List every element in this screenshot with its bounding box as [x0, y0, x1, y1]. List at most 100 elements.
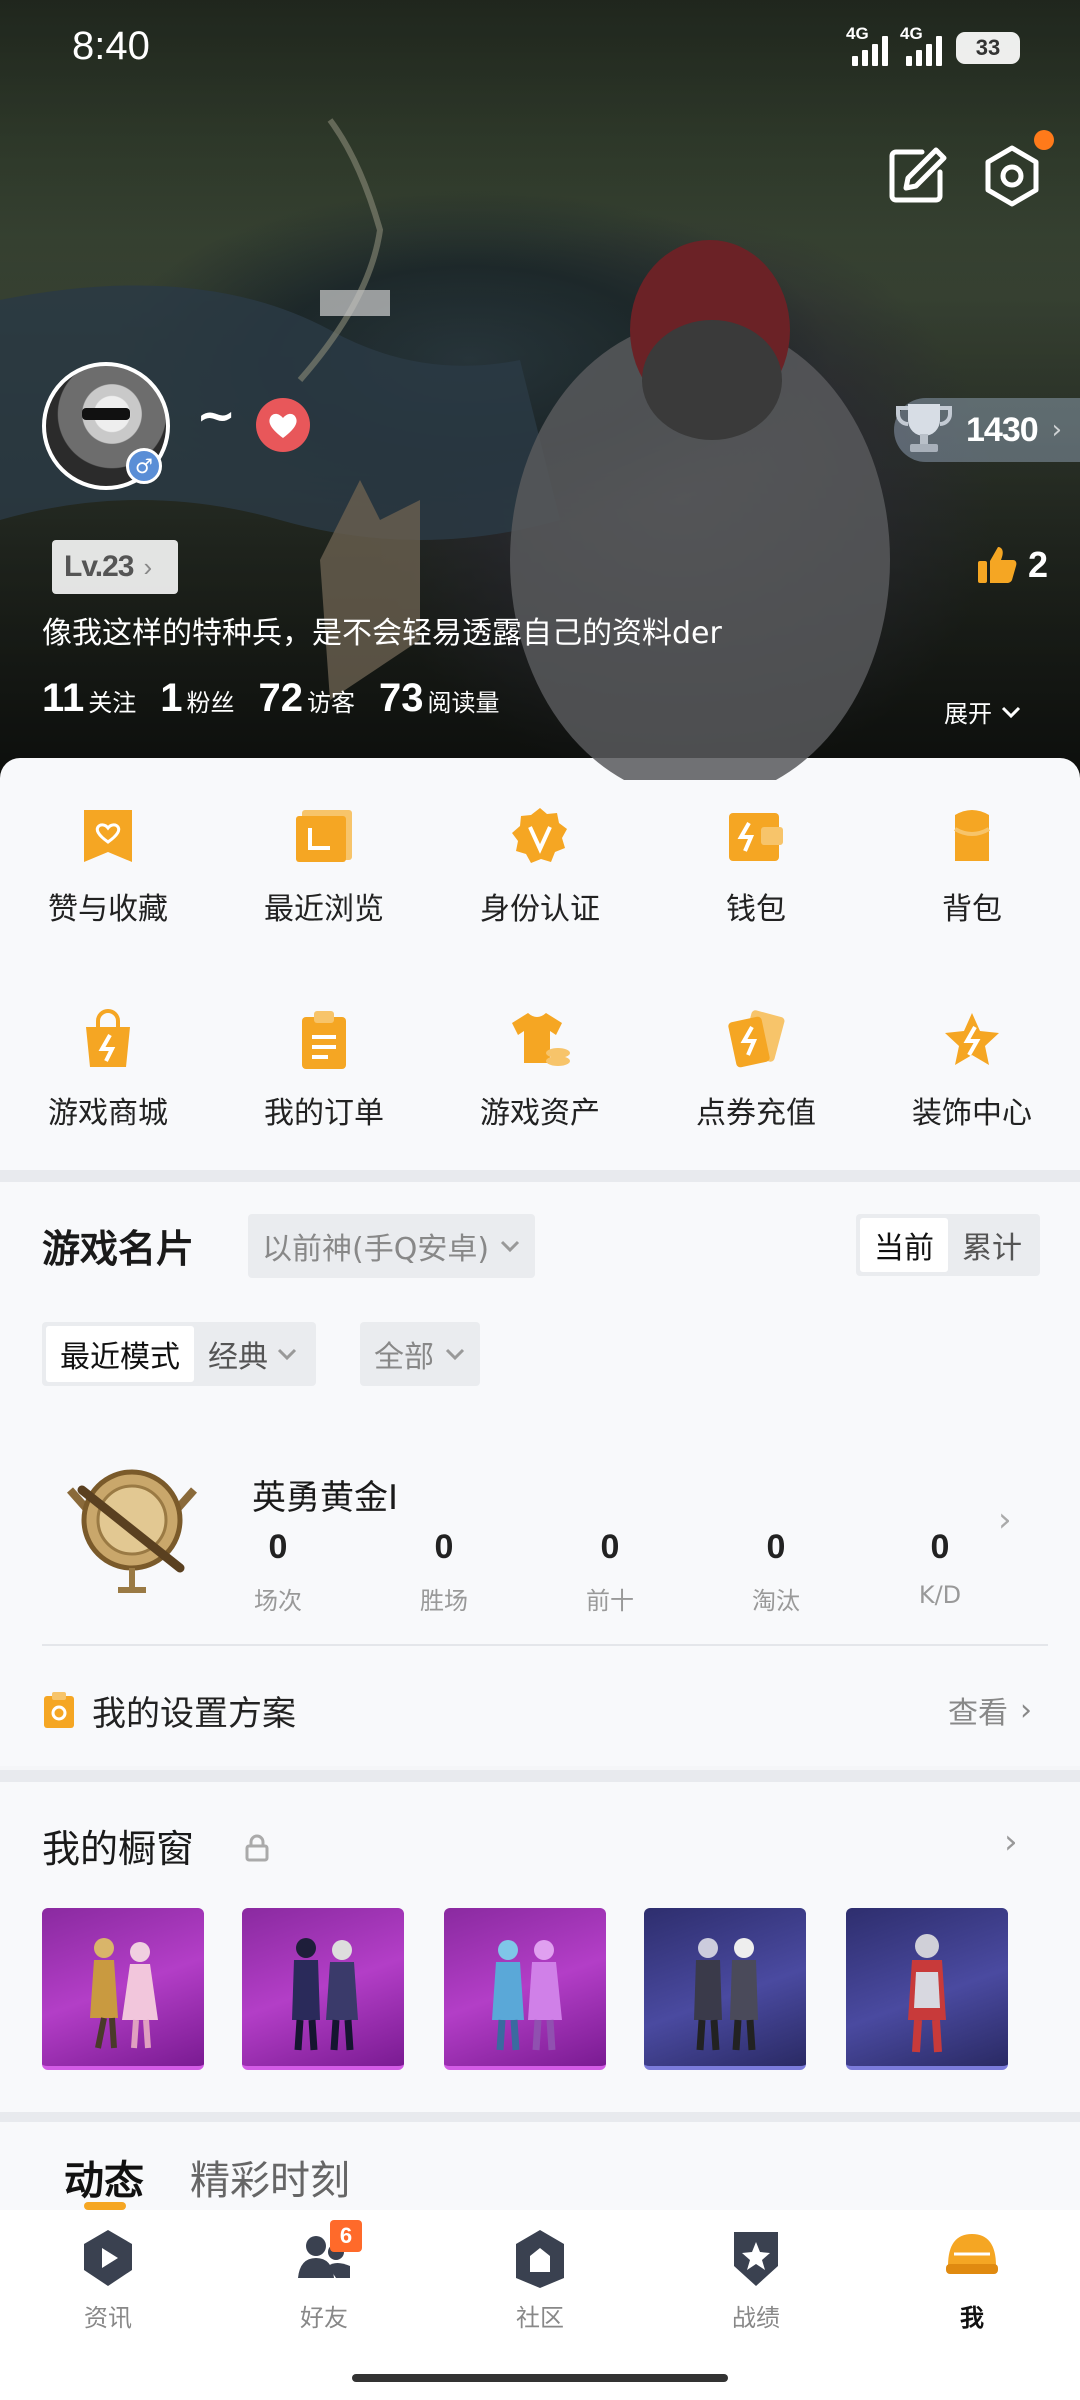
menu-label: 游戏资产 — [480, 1096, 600, 1131]
menu-label: 最近浏览 — [264, 892, 384, 927]
stat-followers[interactable]: 1 粉丝 — [160, 676, 234, 721]
outfit-figure-icon — [292, 1938, 358, 2051]
nav-label: 我 — [960, 2304, 984, 2332]
divider-line — [42, 1644, 1048, 1646]
expand-label: 展开 — [944, 700, 992, 728]
nav-me[interactable]: 我 — [864, 2226, 1080, 2333]
backpack-icon — [936, 800, 1008, 872]
showcase-item[interactable] — [644, 1908, 806, 2070]
tab-feed[interactable]: 动态 — [64, 2148, 144, 2206]
menu-likes-favorites[interactable]: 赞与收藏 — [0, 800, 216, 928]
profile-header: 8:40 4G 4G 33 ♂ ~ 1430 › Lv.23 › 2 像我这样的… — [0, 0, 1080, 780]
showcase-title: 我的橱窗 — [42, 1827, 195, 1871]
tshirt-coins-icon — [504, 1004, 576, 1076]
nav-friends[interactable]: 6 好友 — [216, 2220, 432, 2333]
nav-label: 好友 — [300, 2304, 348, 2332]
mode-classic-dropdown[interactable]: 经典 — [194, 1326, 312, 1382]
chevron-right-icon: › — [1020, 1692, 1032, 1728]
game-card-title: 游戏名片 — [42, 1227, 195, 1271]
rank-stat-wins: 0 胜场 — [420, 1528, 468, 1615]
active-tab-indicator — [84, 2202, 126, 2210]
header-background — [0, 118, 890, 780]
showcase-item[interactable] — [444, 1908, 606, 2070]
outfit-figure-icon — [908, 1934, 946, 2053]
menu-recent-views[interactable]: 最近浏览 — [216, 800, 432, 928]
content-tabs — [0, 2122, 1080, 2212]
lock-icon[interactable] — [244, 1834, 270, 1862]
chevron-right-icon[interactable]: › — [998, 1500, 1012, 1540]
menu-label: 我的订单 — [264, 1096, 384, 1131]
rank-stat-kd: 0 K/D — [918, 1528, 962, 1609]
settings-view-action[interactable]: 查看 › — [948, 1688, 1032, 1732]
menu-my-orders[interactable]: 我的订单 — [216, 1004, 432, 1132]
expand-button[interactable]: 展开 — [944, 694, 1022, 729]
tab-highlights[interactable]: 精彩时刻 — [190, 2148, 350, 2206]
menu-decoration-center[interactable]: 装饰中心 — [864, 1004, 1080, 1132]
settings-gear-icon[interactable] — [980, 144, 1044, 208]
stat-reads: 73 阅读量 — [379, 676, 500, 720]
rank-stat-matches: 0 场次 — [254, 1528, 302, 1615]
clipboard-icon — [288, 1004, 360, 1076]
level-badge[interactable]: Lv.23 › — [52, 540, 178, 594]
my-settings-row[interactable]: 我的设置方案 查看 › — [42, 1680, 1032, 1740]
showcase-item[interactable] — [242, 1908, 404, 2070]
like-button[interactable]: 2 — [976, 544, 1048, 586]
outfit-figure-icon — [492, 1940, 562, 2051]
male-gender-icon: ♂ — [126, 448, 162, 484]
chevron-right-icon[interactable]: › — [1004, 1822, 1018, 1862]
mode-recent[interactable]: 最近模式 — [46, 1326, 194, 1382]
star-lightning-icon — [936, 1004, 1008, 1076]
menu-label: 身份认证 — [480, 892, 600, 927]
settings-clipboard-icon — [44, 1692, 74, 1728]
menu-label: 钱包 — [726, 892, 786, 927]
menu-label: 游戏商城 — [48, 1096, 168, 1131]
settings-label: 我的设置方案 — [92, 1693, 296, 1734]
nav-community[interactable]: 社区 — [432, 2226, 648, 2333]
section-divider — [0, 1770, 1080, 1782]
menu-label: 赞与收藏 — [48, 892, 168, 927]
coupon-cards-icon — [720, 1004, 792, 1076]
menu-identity-verify[interactable]: 身份认证 — [432, 800, 648, 928]
nav-label: 战绩 — [732, 2304, 780, 2332]
recent-folder-icon — [288, 800, 360, 872]
chevron-down-icon — [277, 1348, 297, 1361]
home-indicator[interactable] — [352, 2374, 728, 2382]
stat-visitors[interactable]: 72 访客 — [259, 676, 356, 721]
verified-badge-icon — [504, 800, 576, 872]
edit-icon[interactable] — [884, 144, 948, 208]
filter-all-dropdown[interactable]: 全部 — [360, 1322, 480, 1386]
account-dropdown[interactable]: 以前神(手Q安卓) — [248, 1214, 536, 1278]
chevron-down-icon — [445, 1348, 465, 1361]
menu-backpack[interactable]: 背包 — [864, 800, 1080, 928]
showcase-item[interactable] — [846, 1908, 1008, 2070]
level-text: Lv.23 — [64, 550, 134, 583]
profile-stats: 11 关注 1 粉丝 72 访客 73 阅读量 — [42, 676, 500, 721]
menu-game-store[interactable]: 游戏商城 — [0, 1004, 216, 1132]
showcase-item[interactable] — [42, 1908, 204, 2070]
menu-game-assets[interactable]: 游戏资产 — [432, 1004, 648, 1132]
menu-wallet[interactable]: 钱包 — [648, 800, 864, 928]
play-news-icon — [76, 2226, 140, 2290]
account-dropdown-value: 以前神(手Q安卓) — [262, 1232, 490, 1267]
toggle-current[interactable]: 当前 — [860, 1218, 948, 1272]
toggle-cumulative[interactable]: 累计 — [948, 1218, 1036, 1272]
nav-records[interactable]: 战绩 — [648, 2226, 864, 2333]
cell-signal-icon: 4G — [900, 24, 942, 66]
chevron-down-icon — [1001, 706, 1021, 718]
rank-stat-eliminations: 0 淘汰 — [752, 1528, 800, 1615]
bookmark-heart-icon — [72, 800, 144, 872]
section-divider — [0, 1170, 1080, 1182]
menu-coupon-topup[interactable]: 点券充值 — [648, 1004, 864, 1132]
trophy-score-pill[interactable]: 1430 › — [894, 398, 1080, 462]
view-label: 查看 — [948, 1696, 1008, 1731]
heart-icon[interactable] — [256, 398, 310, 452]
menu-label: 点券充值 — [696, 1096, 816, 1131]
nickname: ~ — [196, 388, 237, 444]
chevron-right-icon: › — [1051, 415, 1063, 445]
chevron-down-icon — [500, 1240, 520, 1253]
trophy-score: 1430 — [966, 410, 1039, 449]
community-house-icon — [508, 2226, 572, 2290]
status-time: 8:40 — [72, 24, 150, 68]
nav-news[interactable]: 资讯 — [0, 2226, 216, 2333]
stat-following[interactable]: 11 关注 — [42, 676, 136, 721]
